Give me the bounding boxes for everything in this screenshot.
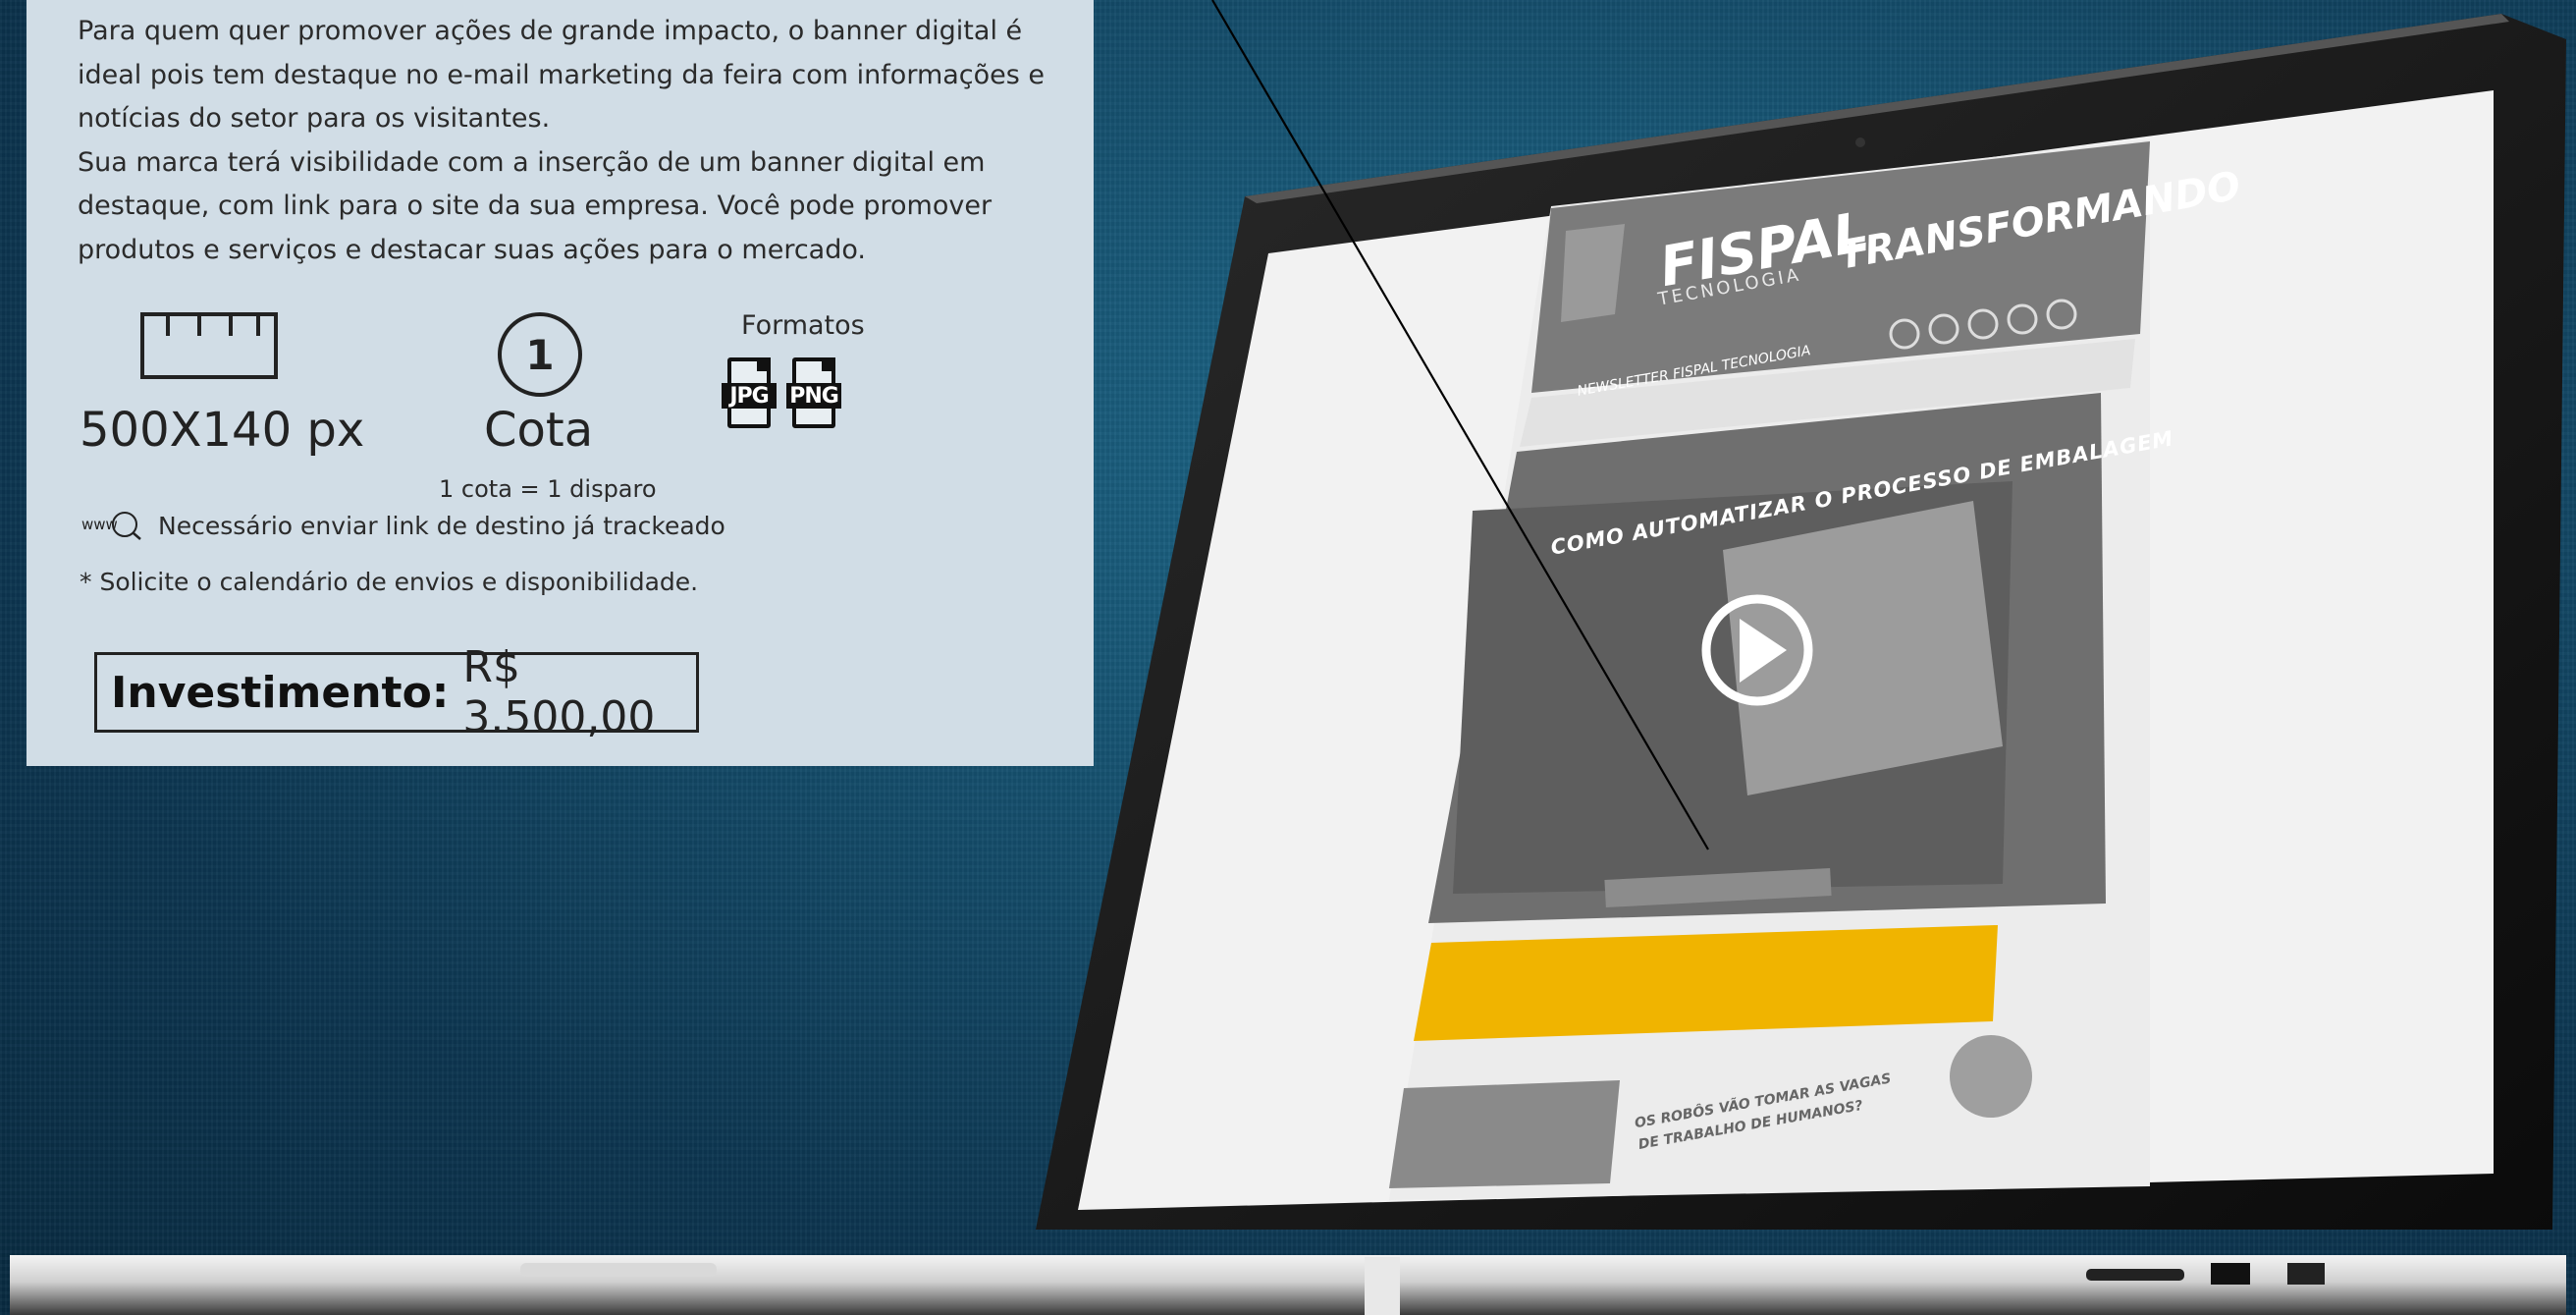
banner-placeholder <box>1414 925 1998 1041</box>
webcam-icon <box>1855 137 1865 147</box>
laptop-mockup: FISPAL TECNOLOGIA TRANSFORMANDO NEWSLETT… <box>0 0 2576 1315</box>
scroll-top-button <box>1950 1035 2032 1118</box>
usb-port-icon <box>2086 1269 2184 1281</box>
laptop-base <box>10 1255 2566 1315</box>
